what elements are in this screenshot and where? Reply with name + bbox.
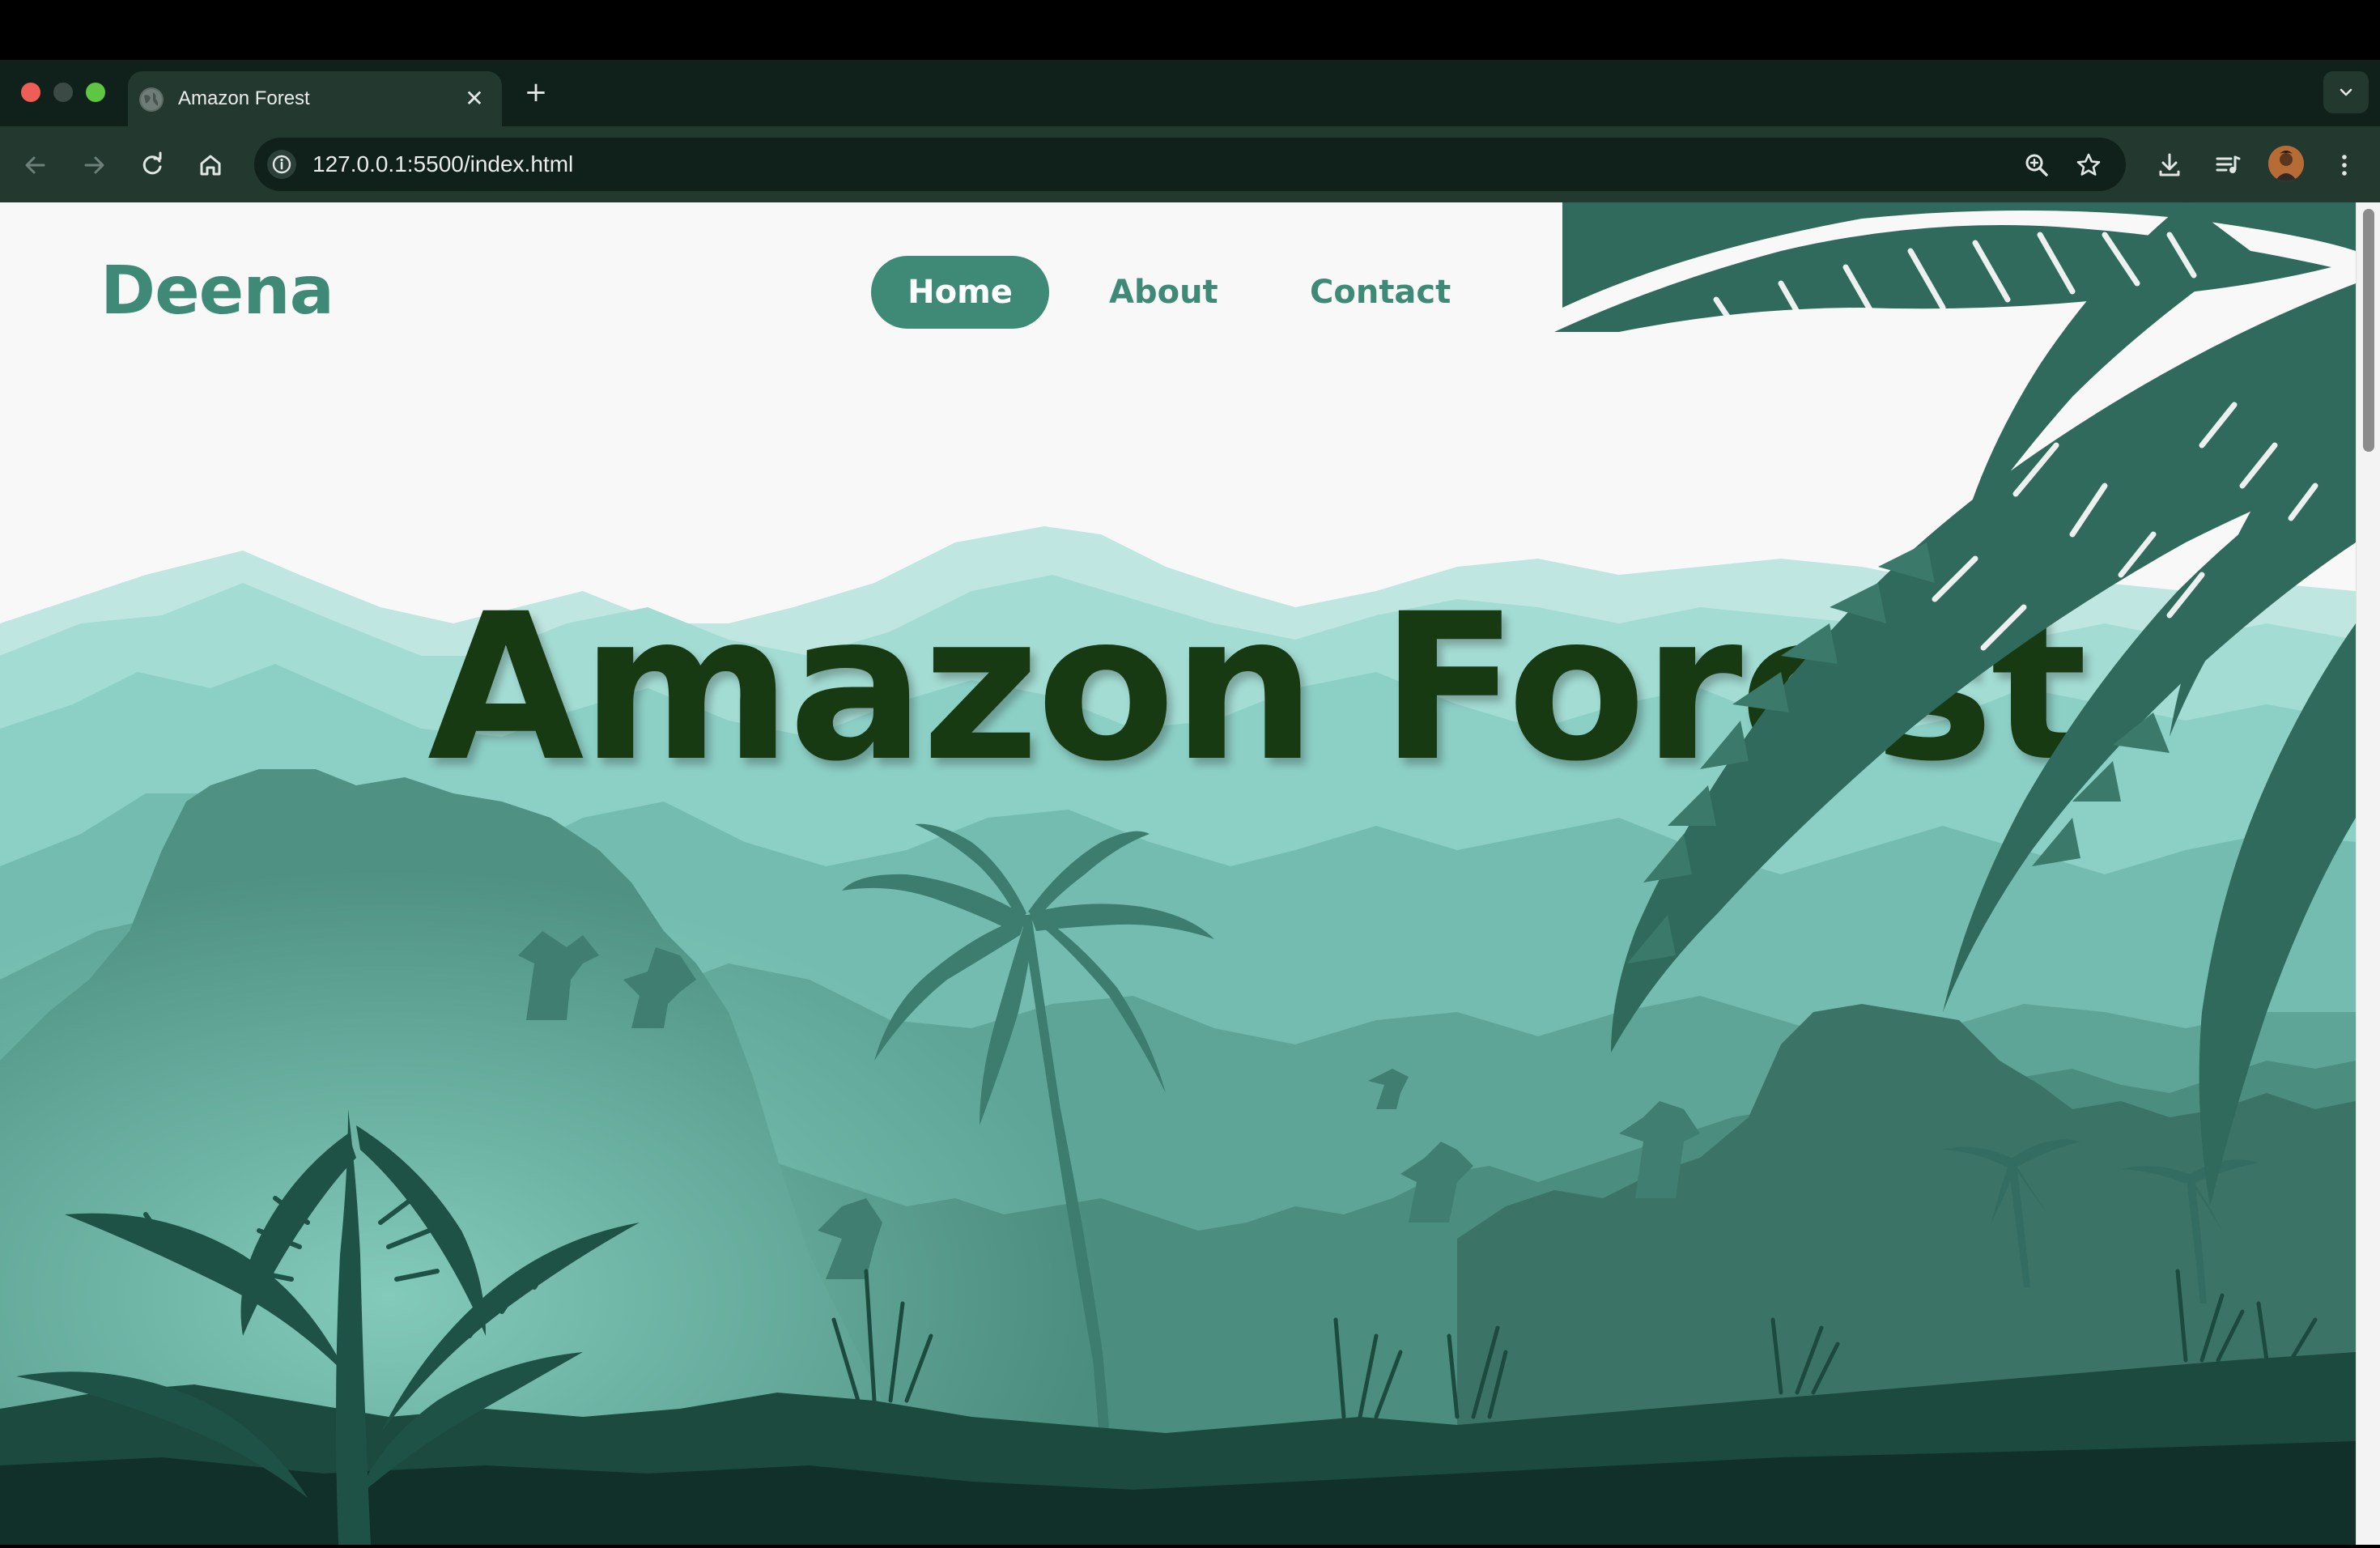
scrollbar-thumb[interactable] — [2363, 209, 2374, 452]
fern-foreground-illustration — [16, 202, 2356, 1545]
arrow-right-icon — [84, 156, 104, 174]
site-logo[interactable]: Deena — [100, 251, 334, 332]
tab-search-button[interactable] — [2323, 71, 2369, 113]
downloads-button[interactable] — [2152, 147, 2187, 183]
tab-title: Amazon Forest — [178, 87, 310, 109]
maximize-window-button[interactable] — [86, 83, 105, 102]
kebab-menu-icon — [2342, 155, 2347, 176]
home-button[interactable] — [193, 147, 228, 183]
new-tab-button[interactable]: + — [518, 74, 554, 110]
media-control-icon — [2216, 155, 2241, 173]
reload-icon — [142, 151, 162, 175]
profile-avatar[interactable] — [2268, 146, 2304, 181]
bookmark-button[interactable] — [2071, 147, 2106, 183]
nav-about-link[interactable]: About — [1109, 256, 1218, 329]
chevron-down-icon — [2340, 88, 2352, 96]
nav-home-button[interactable]: Home — [871, 256, 1049, 329]
info-icon — [272, 155, 291, 174]
home-icon — [200, 155, 221, 176]
star-icon — [2076, 153, 2101, 176]
close-window-button[interactable] — [21, 83, 40, 102]
web-page: Amazon Forest Deena Home About Contact — [0, 202, 2356, 1545]
arrow-left-icon — [25, 156, 45, 174]
reload-button[interactable] — [134, 147, 170, 183]
browser-tab[interactable]: Amazon Forest ✕ — [128, 71, 502, 128]
media-control-button[interactable] — [2210, 147, 2246, 183]
site-info-button[interactable] — [267, 150, 296, 179]
minimize-window-button[interactable] — [53, 83, 73, 102]
download-icon — [2159, 153, 2180, 176]
zoom-icon — [2025, 154, 2048, 176]
globe-icon — [139, 87, 164, 112]
forward-button[interactable] — [76, 147, 112, 183]
close-tab-icon[interactable]: ✕ — [458, 83, 491, 115]
screen-bottom-edge — [0, 1545, 2380, 1548]
browser-menu-button[interactable] — [2327, 147, 2362, 183]
page-scrollbar[interactable] — [2356, 202, 2380, 1545]
url-text[interactable]: 127.0.0.1:5500/index.html — [312, 149, 573, 180]
back-button[interactable] — [18, 147, 53, 183]
nav-contact-link[interactable]: Contact — [1310, 256, 1451, 329]
zoom-button[interactable] — [2019, 147, 2055, 183]
screen-top-bar — [0, 0, 2380, 60]
